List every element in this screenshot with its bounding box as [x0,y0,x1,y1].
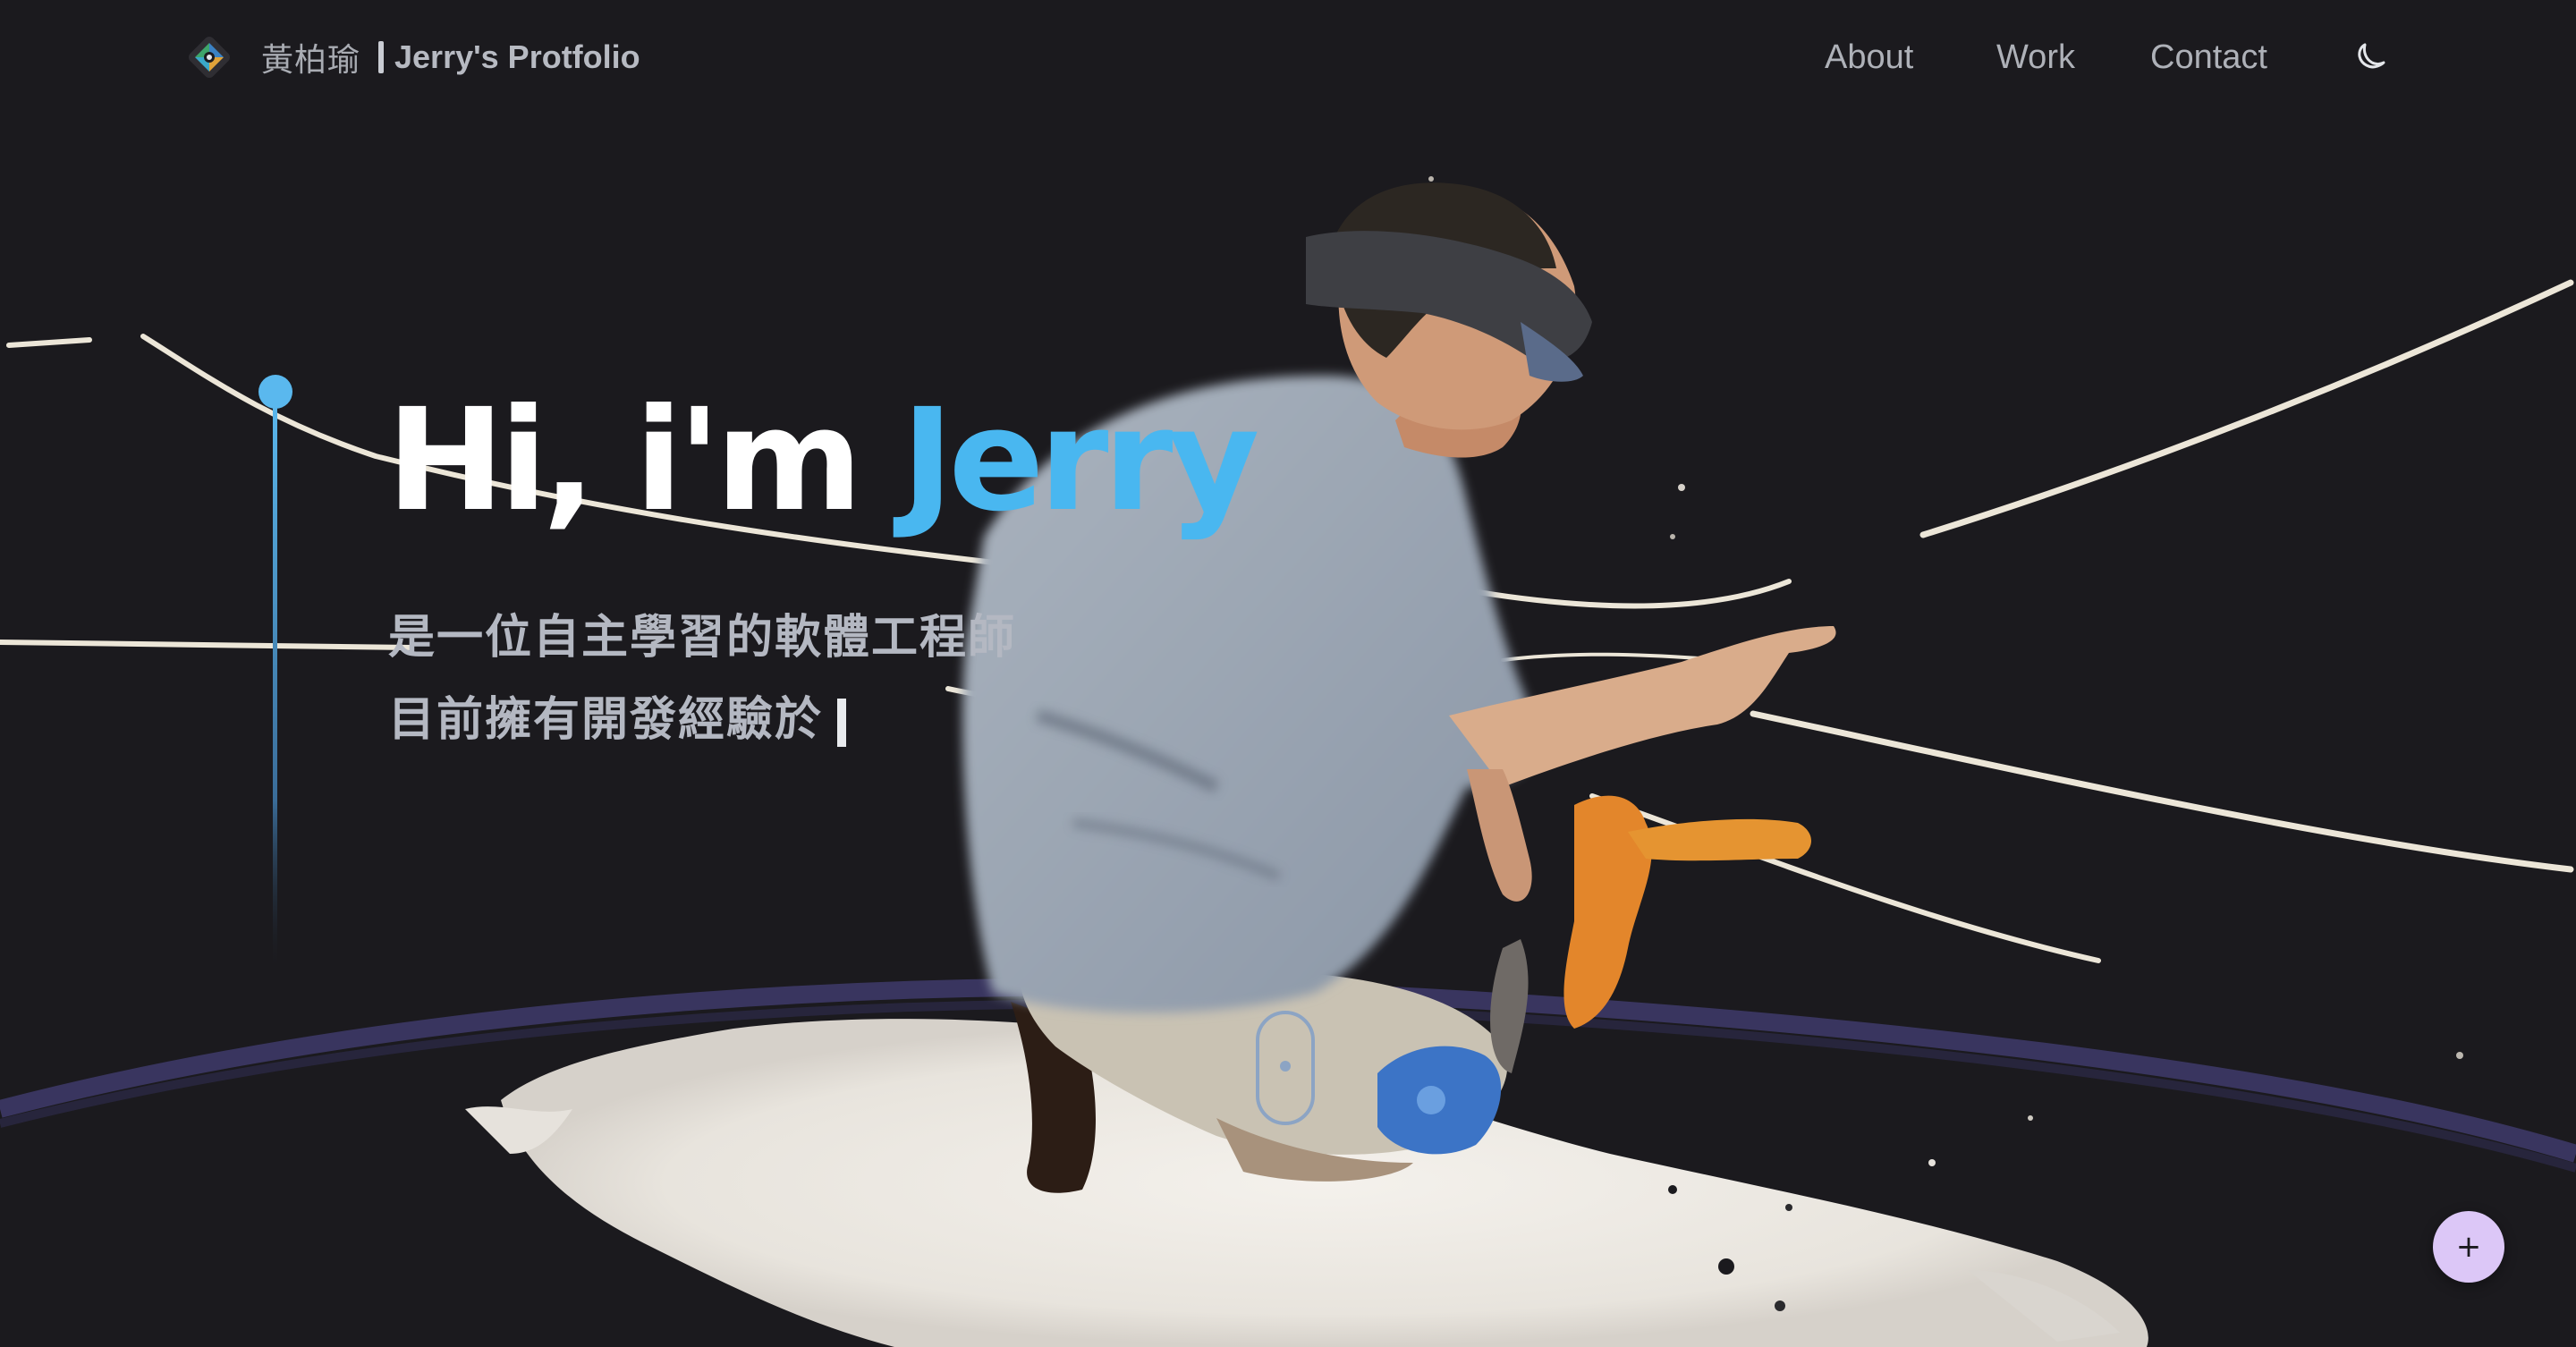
pin-marker [258,375,292,975]
hero-greeting: Hi, i'm [386,378,902,543]
hero-title: Hi, i'm Jerry [386,390,1259,531]
page: 黃柏瑜 Jerry's Protfolio About Work Contact… [0,0,2576,1347]
mouse-scroll-icon[interactable] [1256,1011,1315,1125]
person-point-cloud [962,176,1836,1193]
hero-subtitle-text-1: 是一位自主學習的軟體工程師 [388,611,1017,665]
brand[interactable]: 黃柏瑜 Jerry's Protfolio [184,32,640,82]
hero-subtitle-line-2: 目前擁有開發經驗於 [388,682,847,749]
hero-3d-scene [0,176,2576,1347]
hero-subtitle-line-1: 是一位自主學習的軟體工程師 [388,599,1016,666]
top-navigation: 黃柏瑜 Jerry's Protfolio About Work Contact [0,0,2576,116]
add-button[interactable]: + [2433,1211,2504,1283]
nav-link-about[interactable]: About [1825,38,1913,77]
brand-name: 黃柏瑜 [261,42,361,79]
nav-link-contact[interactable]: Contact [2150,38,2267,77]
scroll-dot [1280,1061,1291,1072]
brand-title: Jerry's Protfolio [394,38,640,75]
typing-caret [837,699,847,747]
moon-icon[interactable] [2351,39,2390,79]
hero-name: Jerry [901,378,1260,543]
nav-link-work[interactable]: Work [1996,38,2075,77]
brand-divider [378,41,385,73]
hero-subtitle-text-2: 目前擁有開發經驗於 [388,693,824,747]
diamond-logo-icon [189,37,230,78]
